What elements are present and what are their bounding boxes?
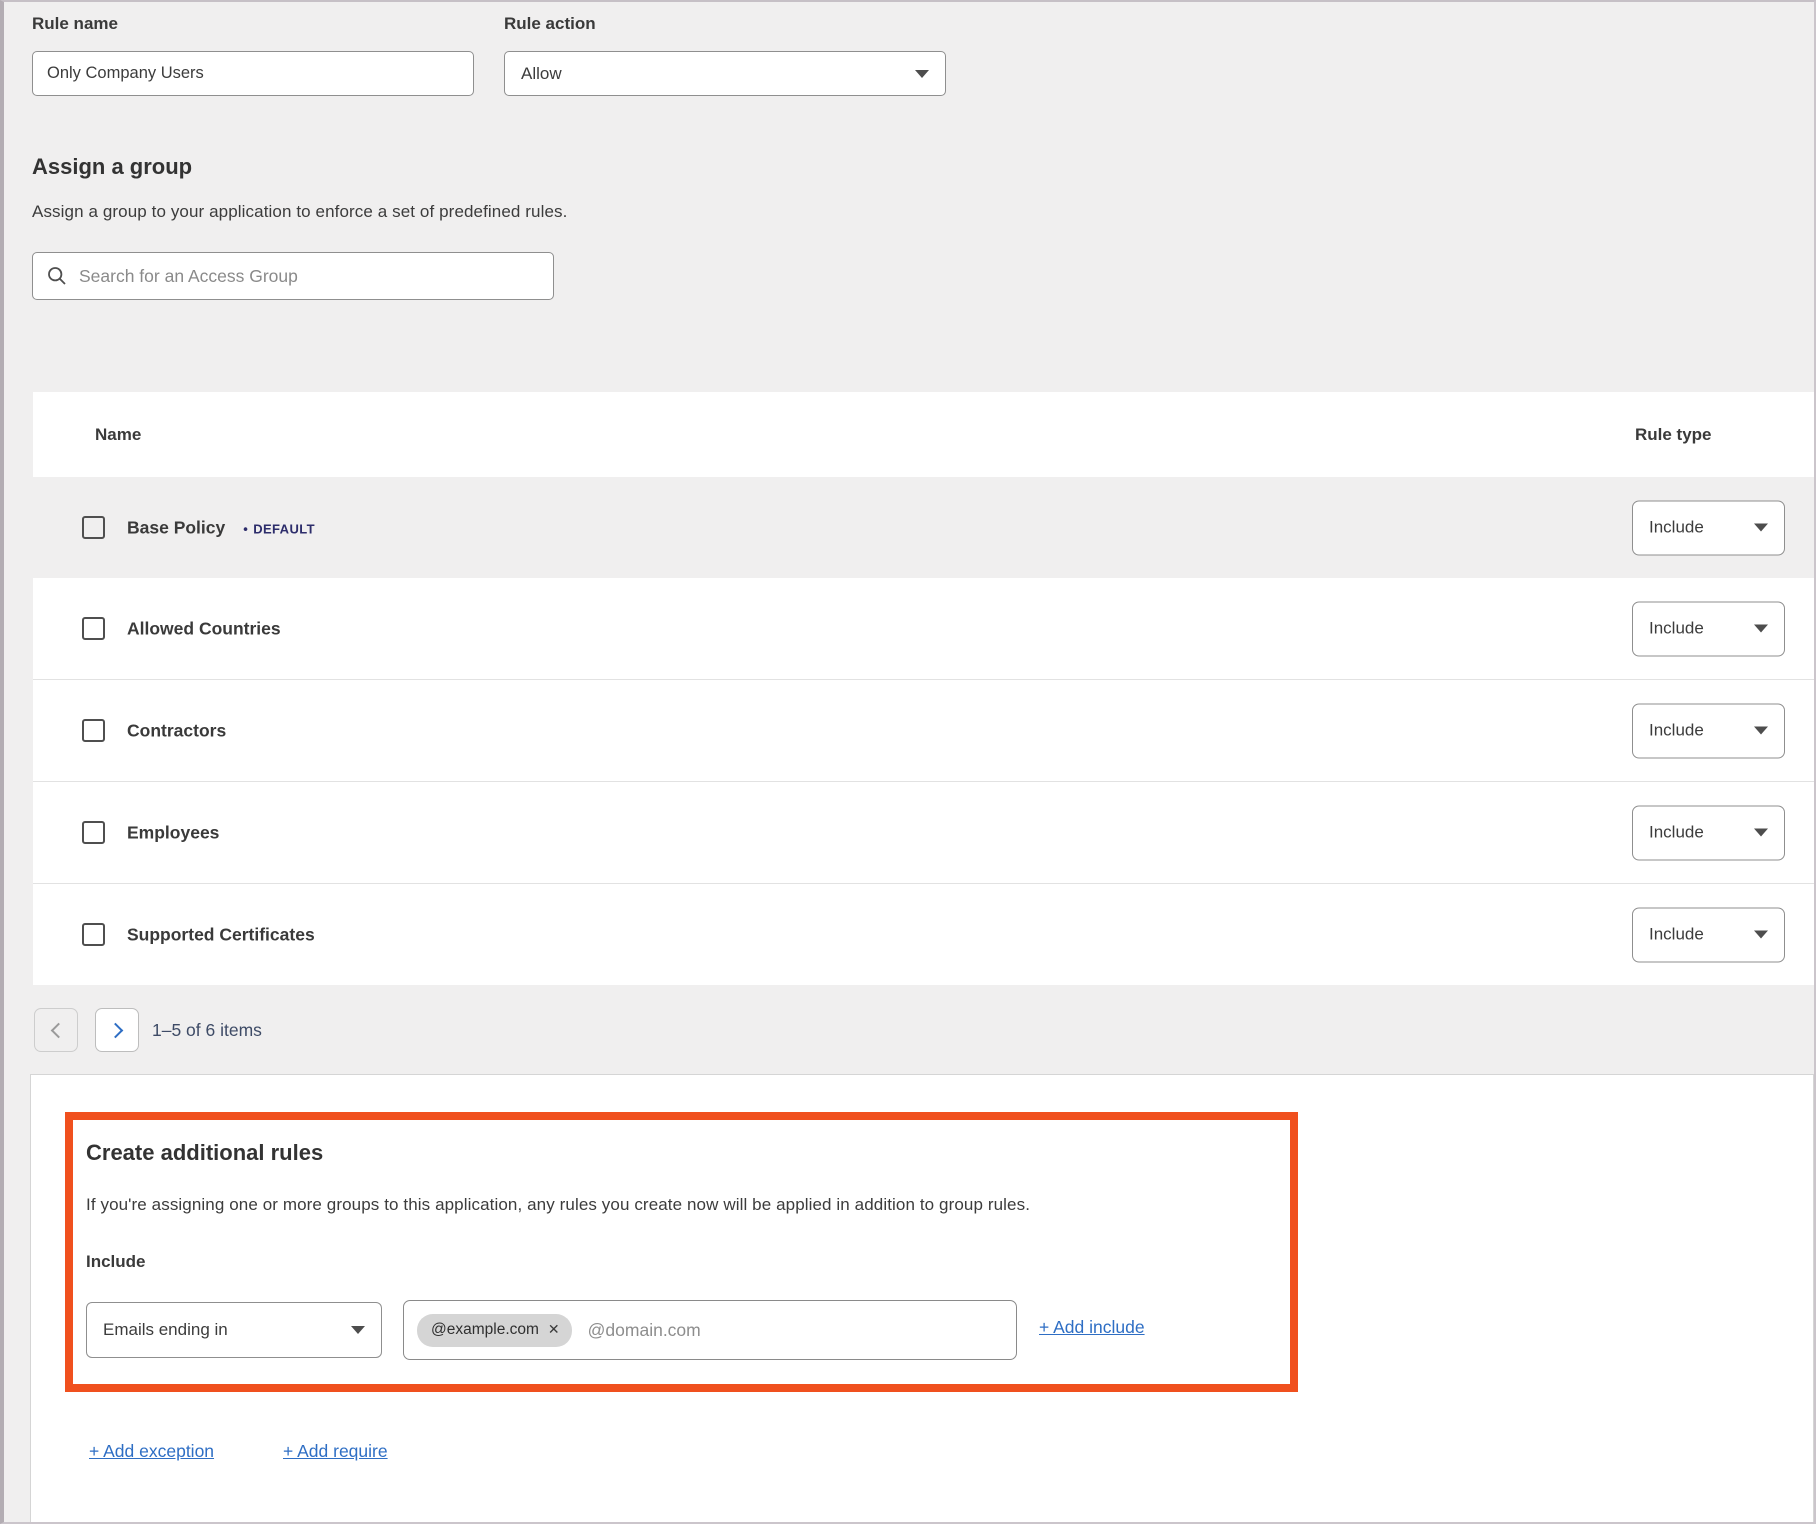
- rule-type-value: Include: [1649, 619, 1704, 639]
- table-row: Allowed Countries Include: [33, 578, 1814, 679]
- additional-rules-description: If you're assigning one or more groups t…: [86, 1195, 1276, 1215]
- rule-action-select[interactable]: Allow: [504, 51, 946, 96]
- rule-type-select[interactable]: Include: [1632, 805, 1785, 860]
- access-group-search[interactable]: [32, 252, 554, 300]
- include-label: Include: [86, 1252, 146, 1272]
- add-require-link[interactable]: + Add require: [283, 1441, 388, 1462]
- table-row: Employees Include: [33, 781, 1814, 883]
- table-row: Supported Certificates Include: [33, 883, 1814, 985]
- group-name: Allowed Countries: [127, 618, 281, 639]
- tag-label: @example.com: [431, 1321, 539, 1339]
- table-row: Base Policy DEFAULT Include: [33, 477, 1814, 578]
- rule-type-select[interactable]: Include: [1632, 500, 1785, 555]
- table-header: Name Rule type: [33, 392, 1814, 477]
- group-name: Supported Certificates: [127, 924, 315, 945]
- group-name: Employees: [127, 822, 219, 843]
- assign-group-description: Assign a group to your application to en…: [32, 202, 567, 222]
- group-name: Contractors: [127, 720, 226, 741]
- row-checkbox[interactable]: [82, 821, 105, 844]
- additional-rules-card: Create additional rules If you're assign…: [30, 1074, 1814, 1524]
- chevron-down-icon: [351, 1326, 365, 1334]
- chevron-down-icon: [1754, 524, 1768, 532]
- rule-type-value: Include: [1649, 823, 1704, 843]
- rule-type-select[interactable]: Include: [1632, 703, 1785, 758]
- previous-page-button[interactable]: [34, 1008, 78, 1052]
- assign-group-heading: Assign a group: [32, 154, 192, 180]
- row-checkbox[interactable]: [82, 617, 105, 640]
- remove-tag-icon[interactable]: ✕: [548, 1323, 560, 1337]
- rule-type-value: Include: [1649, 518, 1704, 538]
- search-input[interactable]: [79, 253, 539, 299]
- rule-type-value: Include: [1649, 925, 1704, 945]
- rule-type-select[interactable]: Include: [1632, 907, 1785, 962]
- domain-entry-input[interactable]: [588, 1301, 1003, 1359]
- table-row: Contractors Include: [33, 679, 1814, 781]
- email-domains-input[interactable]: @example.com ✕: [403, 1300, 1017, 1360]
- access-groups-table: Name Rule type Base Policy DEFAULT Includ…: [33, 392, 1814, 985]
- next-page-button[interactable]: [95, 1008, 139, 1052]
- highlight-annotation-box: Create additional rules If you're assign…: [65, 1112, 1298, 1392]
- rule-name-input[interactable]: [32, 51, 474, 96]
- chevron-right-icon: [107, 1022, 123, 1038]
- rule-action-value: Allow: [521, 64, 562, 84]
- add-exception-link[interactable]: + Add exception: [89, 1441, 214, 1462]
- rule-type-select[interactable]: Include: [1632, 601, 1785, 656]
- row-checkbox[interactable]: [82, 516, 105, 539]
- default-badge: DEFAULT: [243, 521, 315, 536]
- chevron-down-icon: [1754, 625, 1768, 633]
- column-header-name: Name: [95, 392, 141, 477]
- chevron-left-icon: [50, 1022, 66, 1038]
- rule-type-value: Include: [1649, 721, 1704, 741]
- search-icon: [47, 266, 67, 286]
- rule-action-label: Rule action: [504, 14, 596, 34]
- include-condition-select[interactable]: Emails ending in: [86, 1302, 382, 1358]
- chevron-down-icon: [1754, 829, 1768, 837]
- row-checkbox[interactable]: [82, 719, 105, 742]
- email-domain-tag: @example.com ✕: [417, 1314, 572, 1347]
- column-header-rule-type: Rule type: [1635, 392, 1712, 477]
- rule-name-label: Rule name: [32, 14, 118, 34]
- group-name: Base Policy: [127, 517, 225, 537]
- chevron-down-icon: [915, 70, 929, 78]
- access-rule-page: Rule name Rule action Allow Assign a gro…: [0, 0, 1816, 1524]
- additional-rules-heading: Create additional rules: [86, 1140, 323, 1166]
- chevron-down-icon: [1754, 931, 1768, 939]
- chevron-down-icon: [1754, 727, 1768, 735]
- row-checkbox[interactable]: [82, 923, 105, 946]
- pagination-label: 1–5 of 6 items: [152, 1008, 262, 1052]
- include-condition-value: Emails ending in: [103, 1320, 228, 1340]
- add-include-link[interactable]: + Add include: [1039, 1317, 1145, 1338]
